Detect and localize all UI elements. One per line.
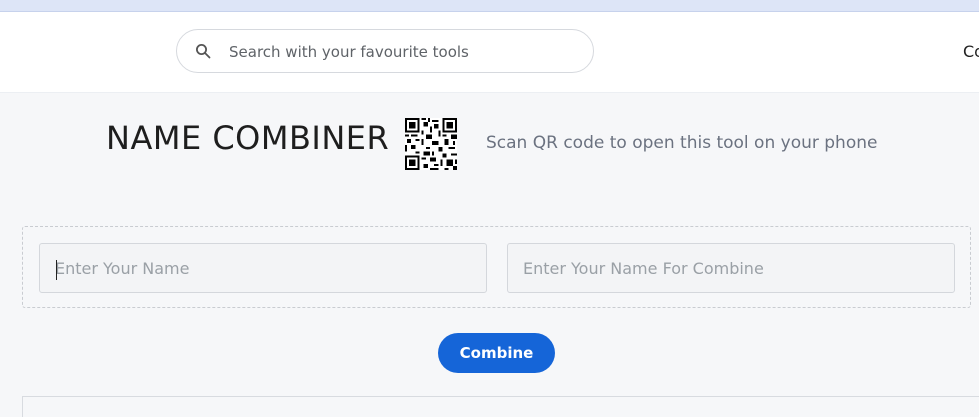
combine-button[interactable]: Combine [438,333,555,373]
name-inputs-panel [22,226,971,308]
page-title: NAME COMBINER [106,119,390,157]
your-name-field[interactable] [39,243,487,293]
browser-top-strip [0,0,979,12]
qr-code-icon[interactable] [405,118,457,170]
qr-caption: Scan QR code to open this tool on your p… [486,133,878,153]
search-icon [196,44,211,59]
nav-link-partial[interactable]: Co [963,42,979,61]
text-caret [56,260,57,280]
site-header: Co [0,12,979,93]
search-input[interactable] [227,30,571,74]
search-bar[interactable] [176,29,594,74]
combine-name-field[interactable] [507,243,955,293]
